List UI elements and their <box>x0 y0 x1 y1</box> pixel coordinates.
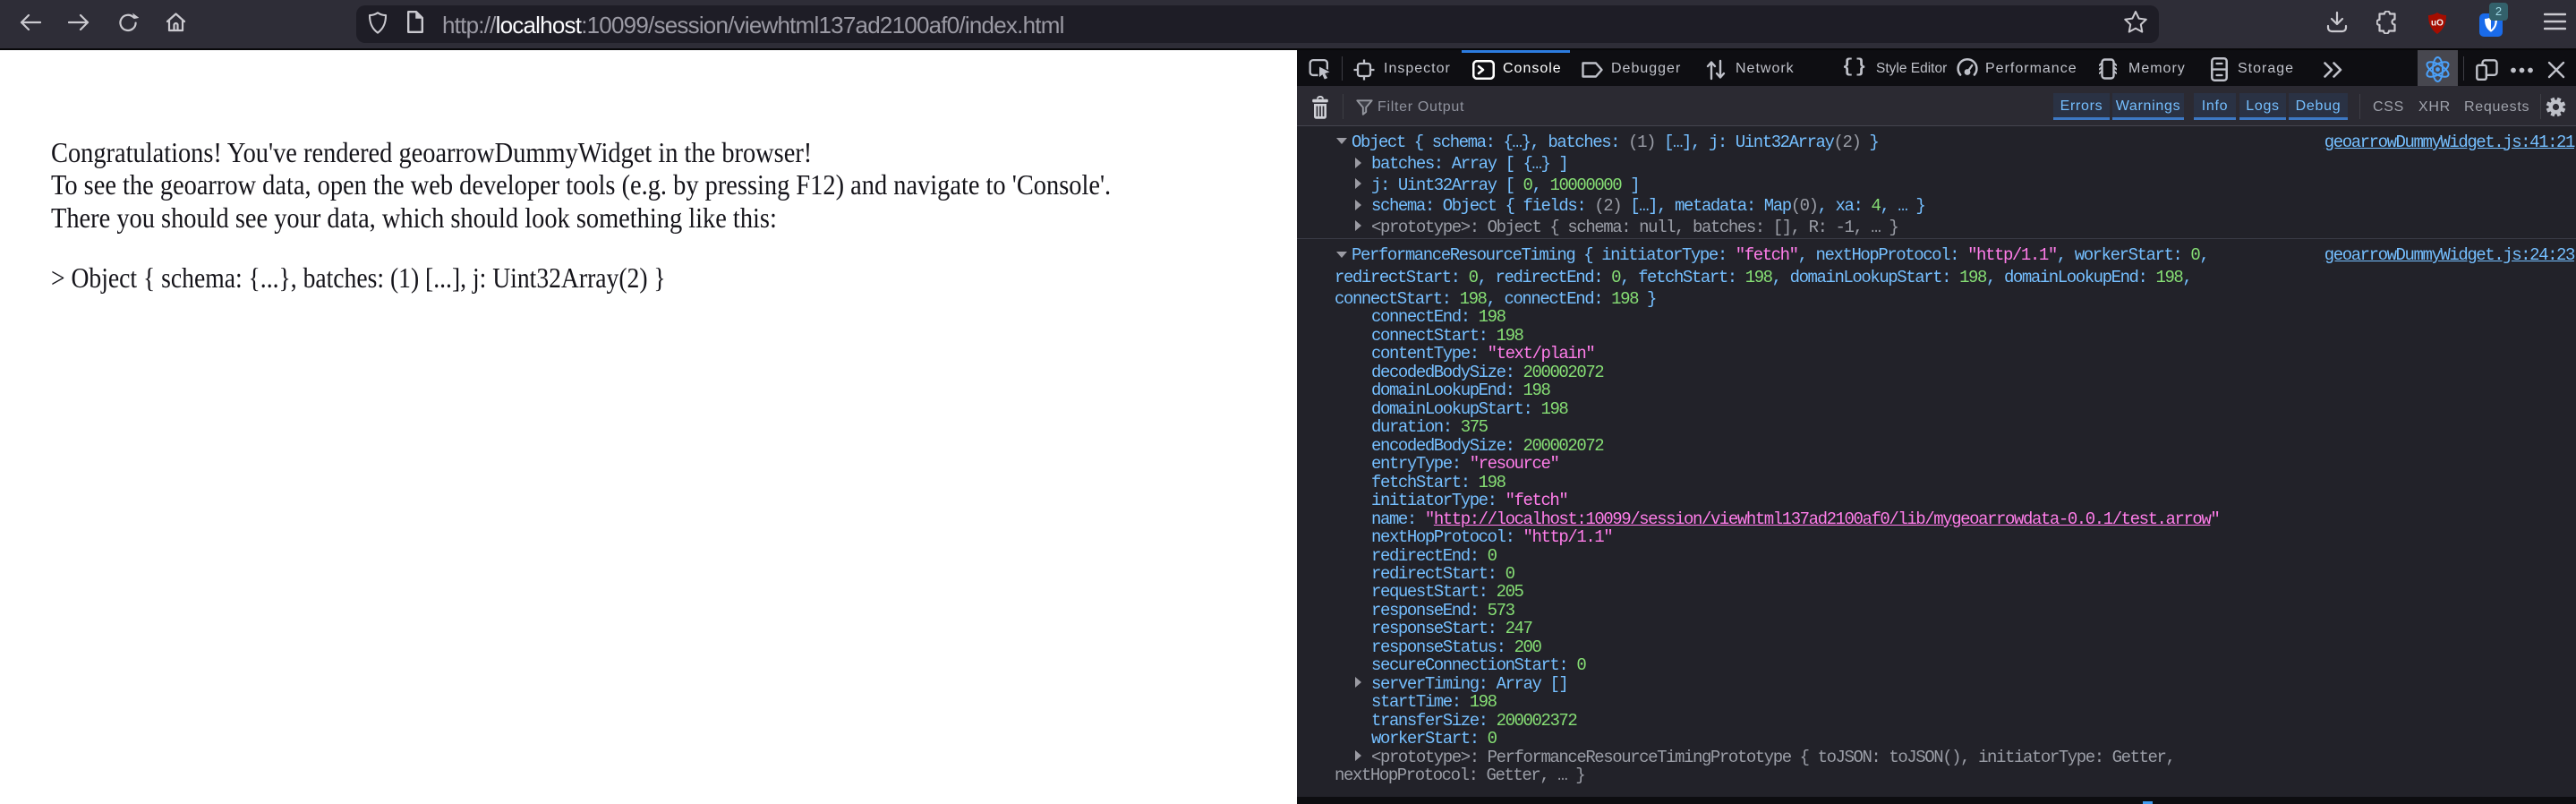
svg-text:uO: uO <box>2431 19 2444 29</box>
